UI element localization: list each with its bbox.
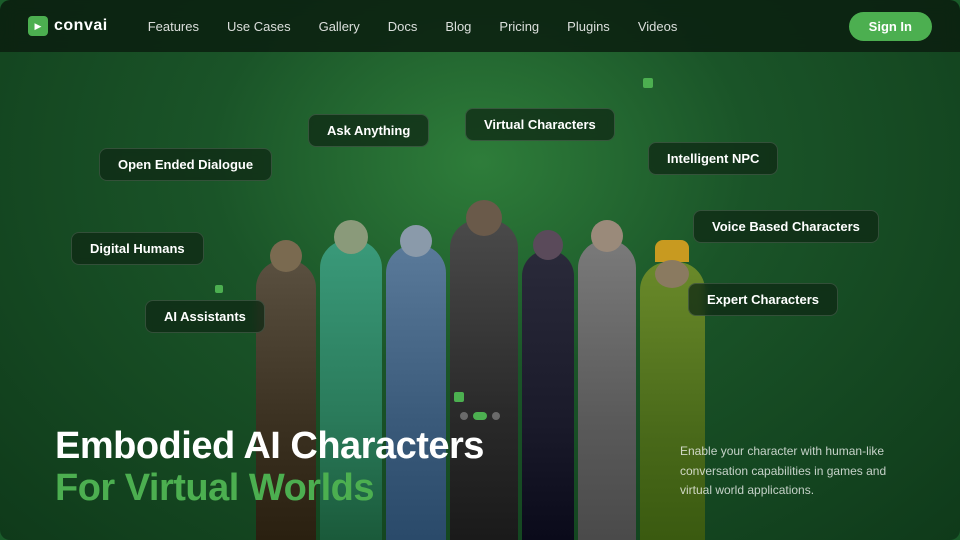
hero-desc-text: Enable your character with human-like co… [680,442,900,500]
sign-in-button[interactable]: Sign In [849,12,932,41]
scroll-dot-1 [460,412,468,420]
chip-open-ended-dialogue: Open Ended Dialogue [99,148,272,181]
nav-links: Features Use Cases Gallery Docs Blog Pri… [148,19,849,34]
chip-ai-assistants: AI Assistants [145,300,265,333]
accent-dot-1 [643,78,653,88]
nav-plugins[interactable]: Plugins [567,19,610,34]
scroll-dot-2 [473,412,487,420]
chip-intelligent-npc: Intelligent NPC [648,142,778,175]
brand-name: convai [54,17,108,35]
nav-features[interactable]: Features [148,19,199,34]
char-5 [522,250,574,540]
page-wrapper: convai Features Use Cases Gallery Docs B… [0,0,960,540]
scroll-dot-3 [492,412,500,420]
logo[interactable]: convai [28,16,108,36]
logo-icon [28,16,48,36]
char-6 [578,240,636,540]
scroll-dots [460,412,500,420]
nav-blog[interactable]: Blog [445,19,471,34]
nav-docs[interactable]: Docs [388,19,418,34]
navbar: convai Features Use Cases Gallery Docs B… [0,0,960,52]
nav-gallery[interactable]: Gallery [319,19,360,34]
hero-description: Enable your character with human-like co… [680,442,900,500]
accent-dot-3 [454,392,464,402]
nav-pricing[interactable]: Pricing [499,19,539,34]
hero-title-line1: Embodied AI Characters [55,426,484,468]
chip-expert-characters: Expert Characters [688,283,838,316]
chip-ask-anything: Ask Anything [308,114,429,147]
hero-text: Embodied AI Characters For Virtual World… [55,426,484,510]
nav-use-cases[interactable]: Use Cases [227,19,291,34]
chip-virtual-characters: Virtual Characters [465,108,615,141]
chip-voice-based: Voice Based Characters [693,210,879,243]
hero-title-line2: For Virtual Worlds [55,468,484,510]
chip-digital-humans: Digital Humans [71,232,204,265]
nav-videos[interactable]: Videos [638,19,678,34]
accent-dot-2 [215,285,223,293]
